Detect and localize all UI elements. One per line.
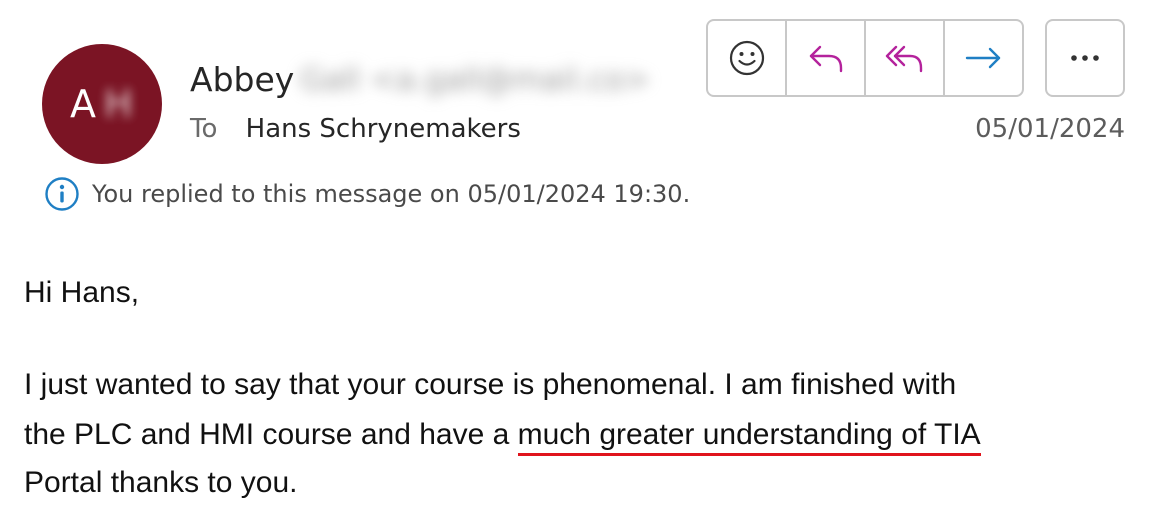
avatar-initial: A bbox=[70, 82, 96, 126]
reply-button[interactable] bbox=[787, 21, 866, 95]
info-icon bbox=[45, 177, 79, 211]
email-body-text: the PLC and HMI course and have a bbox=[24, 418, 518, 451]
reply-info-text: You replied to this message on 05/01/202… bbox=[92, 180, 691, 208]
email-body-line: the PLC and HMI course and have a much g… bbox=[24, 418, 981, 456]
reply-all-button[interactable] bbox=[866, 21, 945, 95]
sender-name[interactable]: Abbey bbox=[190, 60, 294, 99]
sender-email-redacted: Gall <a.gall@mail.co> bbox=[300, 62, 651, 98]
recipient-name[interactable]: Hans Schrynemakers bbox=[246, 114, 521, 144]
emoji-smile-icon bbox=[729, 40, 764, 76]
more-icon bbox=[1071, 55, 1099, 61]
message-actions-toolbar bbox=[706, 19, 1024, 97]
react-button[interactable] bbox=[708, 21, 787, 95]
forward-icon bbox=[965, 47, 1000, 69]
underlined-highlight-text: much greater understanding of TIA bbox=[517, 418, 981, 456]
email-body-line: Portal thanks to you. bbox=[24, 466, 298, 499]
message-date: 05/01/2024 bbox=[975, 114, 1125, 144]
reply-icon bbox=[809, 45, 842, 73]
to-label: To bbox=[190, 114, 218, 144]
reply-all-icon bbox=[885, 45, 922, 73]
forward-button[interactable] bbox=[945, 21, 1022, 95]
avatar-initial-blurred: H bbox=[104, 82, 133, 126]
sender-avatar[interactable]: A H bbox=[42, 44, 162, 164]
reply-info-bar: You replied to this message on 05/01/202… bbox=[44, 176, 690, 212]
more-actions-button[interactable] bbox=[1045, 19, 1125, 97]
recipient-row: To Hans Schrynemakers bbox=[190, 114, 521, 144]
email-body-line: I just wanted to say that your course is… bbox=[24, 368, 957, 401]
email-greeting: Hi Hans, bbox=[24, 276, 140, 309]
